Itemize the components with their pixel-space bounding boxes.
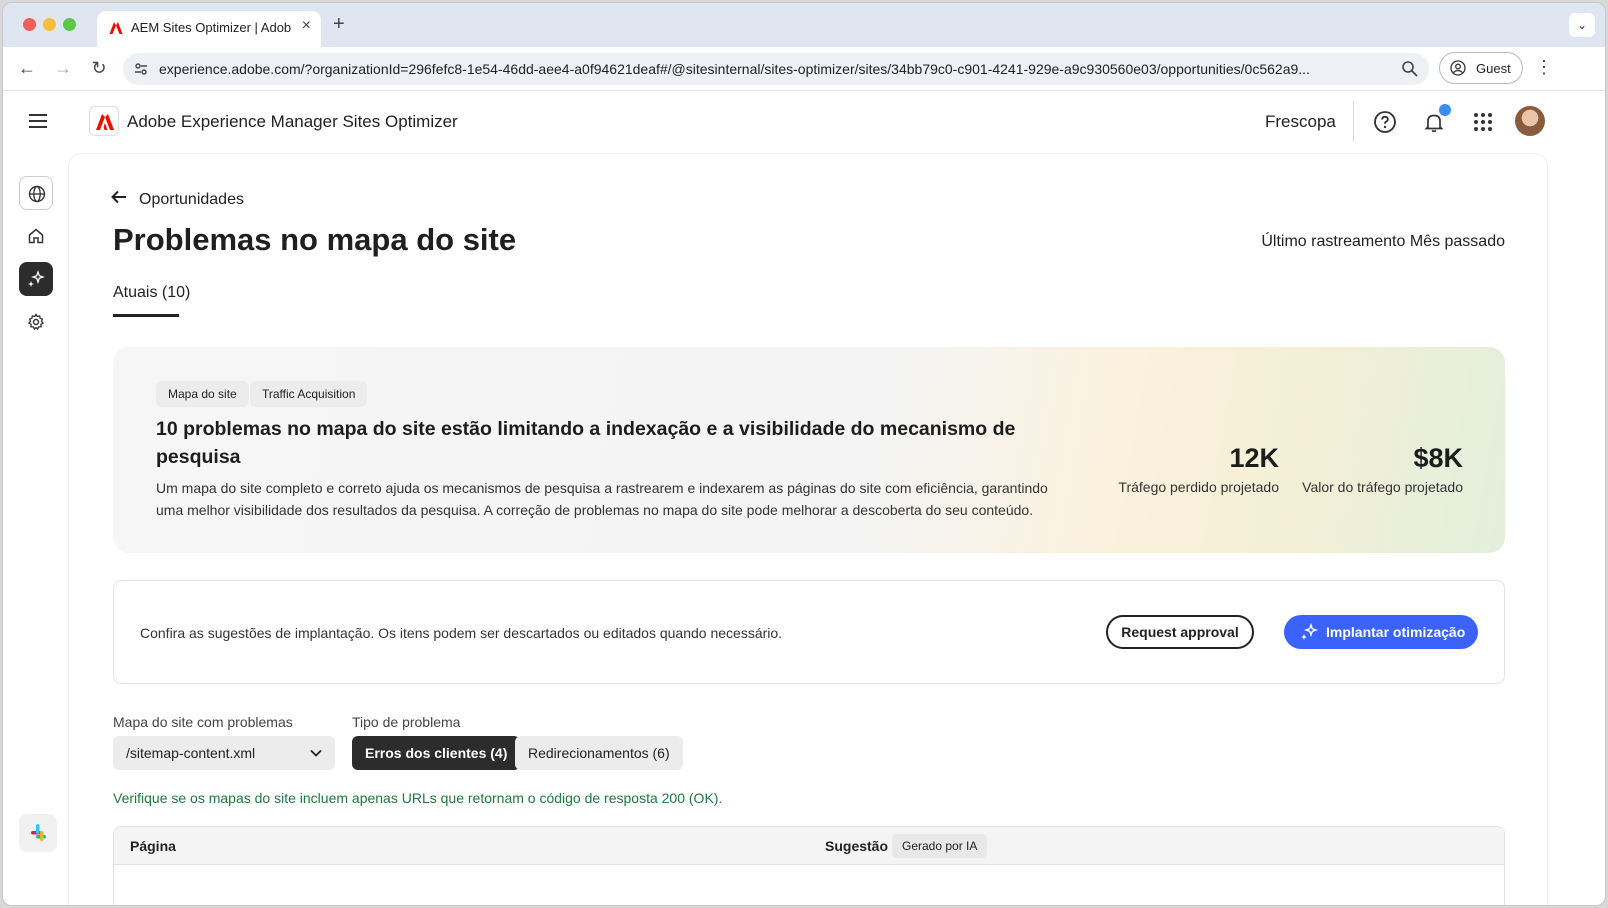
new-tab-icon[interactable]: + (333, 13, 345, 36)
deploy-optimization-label: Implantar otimização (1326, 624, 1466, 640)
adobe-favicon-icon (109, 22, 123, 34)
profile-button[interactable]: Guest (1439, 52, 1523, 84)
filter-redirects[interactable]: Redirecionamentos (6) (515, 736, 683, 770)
minimize-window-button[interactable] (43, 18, 56, 31)
browser-tab[interactable]: AEM Sites Optimizer | Adobe × (97, 11, 321, 47)
close-window-button[interactable] (23, 18, 36, 31)
tab-current-underline (113, 314, 179, 317)
projected-traffic-lost-value: 12K (1229, 443, 1279, 473)
org-switcher[interactable]: Frescopa (1265, 112, 1336, 132)
table-header: Página Sugestão Gerado por IA (114, 827, 1504, 865)
close-tab-icon[interactable]: × (302, 17, 311, 35)
column-header-suggestion: Sugestão (825, 838, 889, 854)
tab-title: AEM Sites Optimizer | Adobe (131, 20, 291, 35)
page-title: Problemas no mapa do site (113, 222, 517, 257)
profile-label: Guest (1476, 61, 1511, 76)
tag-chip-traffic-acquisition: Traffic Acquisition (250, 381, 368, 407)
forward-arrow-icon[interactable]: → (51, 57, 75, 81)
back-link-label: Oportunidades (139, 191, 244, 208)
hamburger-menu-icon[interactable] (29, 114, 47, 128)
app-header: Adobe Experience Manager Sites Optimizer… (3, 92, 1605, 154)
filter-client-errors[interactable]: Erros dos clientes (4) (352, 736, 521, 770)
help-icon[interactable] (1373, 110, 1397, 134)
browser-window: AEM Sites Optimizer | Adobe × + ⌄ ← → ↻ … (2, 2, 1606, 906)
home-icon (28, 228, 44, 244)
tag-chip-sitemap: Mapa do site (156, 381, 249, 407)
gear-icon (28, 313, 44, 331)
back-arrow-icon[interactable]: ← (15, 57, 39, 81)
main-content: Oportunidades Problemas no mapa do site … (69, 154, 1547, 905)
suggestions-table: Página Sugestão Gerado por IA (113, 826, 1505, 905)
tab-current[interactable]: Atuais (10) (113, 284, 190, 302)
projected-traffic-value-value: $8K (1413, 443, 1463, 473)
reload-icon[interactable]: ↻ (87, 57, 111, 81)
app-switcher-grid-icon[interactable] (1471, 110, 1495, 134)
opportunity-summary-card: Mapa do site Traffic Acquisition 10 prob… (113, 347, 1505, 553)
left-rail (3, 154, 69, 905)
user-avatar[interactable] (1515, 106, 1545, 136)
slack-button[interactable] (19, 814, 57, 852)
request-approval-button[interactable]: Request approval (1106, 615, 1254, 649)
browser-menu-icon[interactable]: ⋮ (1535, 57, 1553, 78)
projected-traffic-lost-label: Tráfego perdido projetado (1118, 479, 1279, 495)
deploy-panel: Confira as sugestões de implantação. Os … (113, 580, 1505, 684)
globe-icon (28, 185, 46, 203)
summary-title: 10 problemas no mapa do site estão limit… (156, 418, 1016, 468)
issue-type-label: Tipo de problema (352, 714, 461, 730)
last-crawl-text: Último rastreamento Mês passado (1261, 233, 1505, 250)
url-text: experience.adobe.com/?organizationId=296… (159, 61, 1310, 77)
back-arrow-icon (111, 190, 129, 209)
slack-icon (31, 824, 46, 841)
tab-search-chevron-icon[interactable]: ⌄ (1569, 13, 1595, 37)
app-title: Adobe Experience Manager Sites Optimizer (127, 112, 458, 131)
projected-traffic-value-label: Valor do tráfego projetado (1302, 479, 1463, 495)
filter-hint: Verifique se os mapas do site incluem ap… (113, 790, 723, 806)
summary-description: Um mapa do site completo e correto ajuda… (156, 480, 1048, 518)
chevron-down-icon (310, 749, 322, 757)
zoom-icon[interactable] (1401, 60, 1419, 78)
header-divider (1353, 102, 1354, 142)
deploy-optimization-button[interactable]: Implantar otimização (1284, 615, 1478, 649)
profile-icon (1450, 60, 1466, 76)
browser-toolbar: ← → ↻ experience.adobe.com/?organization… (3, 47, 1605, 91)
rail-home-button[interactable] (19, 219, 53, 253)
address-bar[interactable]: experience.adobe.com/?organizationId=296… (123, 53, 1429, 85)
sitemap-select[interactable]: /sitemap-content.xml (113, 736, 335, 770)
rail-settings-button[interactable] (19, 305, 53, 339)
rail-sites-button[interactable] (19, 176, 53, 210)
maximize-window-button[interactable] (63, 18, 76, 31)
tab-strip: AEM Sites Optimizer | Adobe × + ⌄ (3, 3, 1605, 47)
column-header-page: Página (130, 838, 176, 854)
deploy-instructions: Confira as sugestões de implantação. Os … (140, 625, 783, 641)
rail-opportunities-button[interactable] (19, 262, 53, 296)
notification-badge (1439, 104, 1451, 116)
sitemap-select-value: /sitemap-content.xml (126, 745, 256, 761)
sparkle-icon (1301, 623, 1318, 640)
sparkle-icon (28, 270, 45, 287)
ai-generated-badge: Gerado por IA (892, 834, 988, 858)
site-info-icon[interactable] (133, 61, 149, 77)
adobe-logo-icon (96, 114, 114, 130)
adobe-logo (89, 106, 119, 136)
sitemap-filter-label: Mapa do site com problemas (113, 714, 293, 730)
back-to-opportunities-link[interactable]: Oportunidades (111, 190, 244, 209)
